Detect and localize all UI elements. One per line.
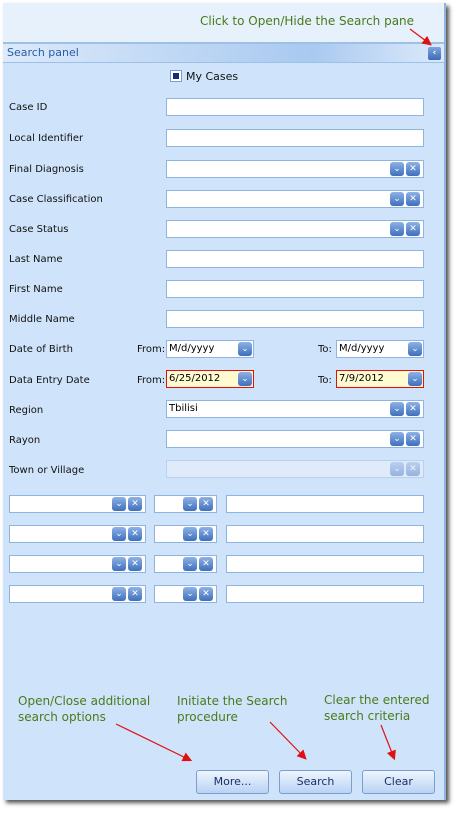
arrow-to-search (269, 721, 307, 760)
arrow-to-collapse (409, 28, 432, 46)
arrow-to-more (115, 723, 193, 762)
clear-button[interactable]: Clear (362, 770, 435, 794)
more-button[interactable]: More... (196, 770, 269, 794)
annotation-arrows (115, 28, 432, 762)
arrow-to-clear (380, 724, 396, 761)
search-button[interactable]: Search (279, 770, 352, 794)
